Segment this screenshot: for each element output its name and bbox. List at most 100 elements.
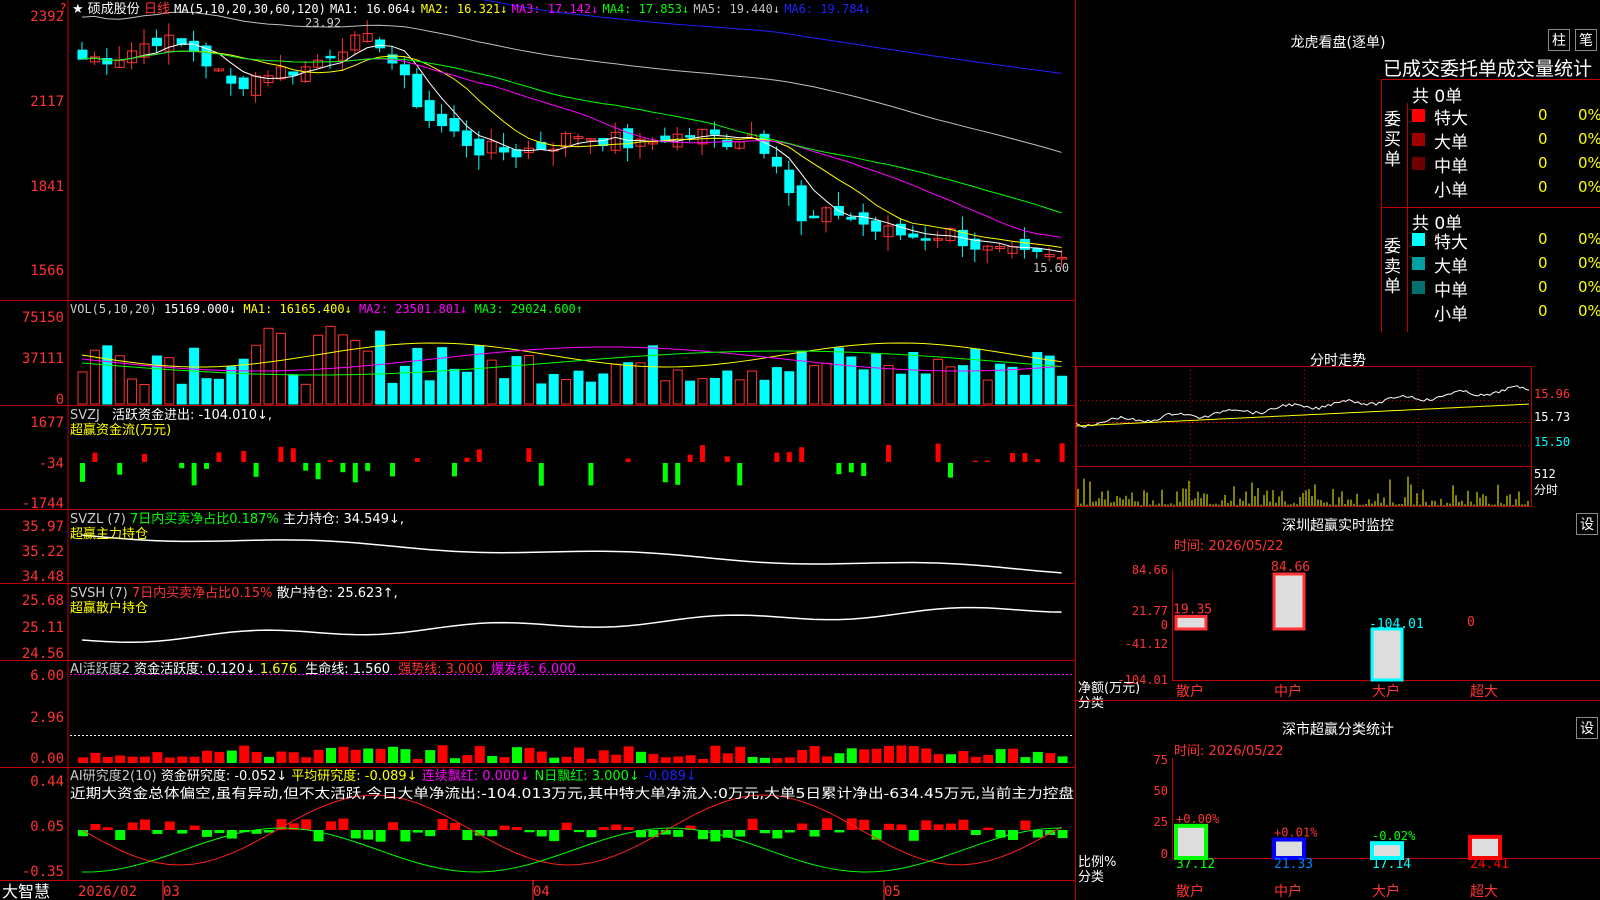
ai-active-bar [834, 753, 845, 763]
ai-research-bar [673, 830, 684, 837]
left-chart-area[interactable]: ★ 硕成股份 日线 MA(5,10,20,30,60,120) MA1: 16.… [0, 0, 1076, 900]
ai-research-bar [884, 823, 894, 830]
volume-bar [709, 377, 720, 405]
volume-bar [945, 366, 956, 405]
volume-bar [151, 355, 162, 405]
volume-bar [399, 365, 410, 405]
ai-active-bar [784, 757, 795, 763]
ai-research-bar [623, 827, 634, 830]
svzj-bar [538, 463, 544, 486]
svzj-bar [476, 449, 482, 462]
ai-research-bar [450, 822, 460, 830]
ai-active-bar [338, 746, 349, 763]
sz-classify-settings-button[interactable]: 设 [1576, 717, 1598, 739]
ai-active-bar [1008, 748, 1018, 763]
ai-active-bar [598, 750, 609, 763]
ai-active-bar [1032, 751, 1043, 763]
svzj-bar [340, 463, 346, 473]
svzj-bar [117, 463, 123, 475]
ai-research-bar [784, 830, 795, 833]
ai-research-bar [102, 827, 113, 830]
ai-research-bar [400, 830, 411, 842]
row-count: 0 [1538, 302, 1548, 320]
svg-text:84.66: 84.66 [1132, 563, 1168, 577]
volume-bar [89, 349, 100, 405]
volume-bar [238, 358, 249, 405]
svzj-bar [799, 447, 805, 462]
svg-text:35.97: 35.97 [22, 519, 64, 535]
svzj-bar [935, 443, 941, 462]
row-label: 大单 [1434, 133, 1468, 153]
sz-classify-change: +0.01% [1274, 826, 1318, 840]
ai-active-bar [921, 748, 932, 763]
row-swatch [1412, 157, 1425, 170]
ai-active-bar [450, 758, 460, 763]
sz-monitor-settings-button[interactable]: 设 [1576, 513, 1598, 535]
ai-active-bar [574, 747, 584, 763]
ai-active-bar [1057, 756, 1068, 763]
ai-active-bar [214, 751, 225, 763]
ai-research-bar [189, 825, 200, 830]
ai-active-bar [1045, 753, 1056, 763]
svzj-bar [948, 463, 953, 478]
volume-bar [1044, 355, 1055, 405]
ai-research-bar [983, 827, 994, 830]
app-logo: 大智慧 [2, 882, 50, 900]
candle-body [151, 37, 162, 47]
sz-classify-value: 24.41 [1470, 857, 1509, 872]
ai-research-bar [140, 819, 150, 830]
volume-bar [449, 368, 460, 405]
ai-research-bar [512, 827, 522, 830]
ai-research-bar [338, 818, 349, 830]
svg-text:24.56: 24.56 [22, 646, 64, 662]
ai-research-bar [549, 830, 560, 842]
svzj-bar [290, 448, 296, 462]
candle-body [771, 156, 782, 167]
ai-research-line [81, 794, 1062, 866]
candle-body [412, 73, 423, 108]
intraday-chart[interactable]: 15.96 15.73 15.50 512 分时 [1076, 366, 1600, 526]
ai-research-bar [834, 830, 845, 833]
row-pct: 0% [1578, 106, 1600, 124]
volume-bar [412, 347, 423, 405]
svg-text:75: 75 [1154, 753, 1168, 767]
ai-active-bar [536, 751, 547, 763]
svzj-bar [452, 463, 457, 477]
svg-text:25.11: 25.11 [22, 620, 64, 636]
high-label: 23.92 [305, 16, 341, 30]
row-count: 0 [1538, 230, 1548, 248]
ai-active-bar [809, 746, 820, 763]
volume-bar [561, 379, 572, 405]
ai-active-bar [908, 745, 919, 763]
volume-bar [387, 382, 398, 405]
svzl-line [81, 534, 1062, 574]
ai-active-bar [958, 751, 969, 763]
ai-research-bar [958, 819, 969, 830]
svg-text:1677: 1677 [30, 415, 64, 431]
svzl-header: SVZL (7) 7日内买卖净占比0.187% 主力持仓: 34.549↓, [70, 511, 404, 527]
candle-body [499, 147, 510, 153]
svg-text:2392: 2392 [30, 9, 64, 25]
ai-active-bar [611, 754, 622, 763]
ai-active-bar [760, 757, 770, 763]
ai-research-bar [760, 830, 770, 834]
ai-active-bar [102, 756, 113, 763]
row-count: 0 [1538, 130, 1548, 148]
candle-body [908, 233, 919, 238]
volume-bar [833, 347, 844, 405]
volume-bar [598, 373, 609, 405]
volume-bar [362, 350, 373, 405]
svzj-bar [315, 463, 321, 480]
svg-text:0: 0 [1161, 847, 1168, 861]
svzj-bar [390, 463, 395, 477]
svg-text:75150: 75150 [22, 310, 64, 326]
ai-research-bar [375, 830, 386, 842]
volume-bar [127, 378, 138, 405]
ai-research-bar [177, 830, 188, 834]
svzj-bar [80, 463, 85, 482]
svg-text:6.00: 6.00 [30, 668, 64, 684]
ai-research-bar [908, 830, 919, 841]
volume-bar [796, 350, 807, 405]
ai-active-bar [772, 758, 783, 763]
ai-research-bar [462, 830, 473, 841]
